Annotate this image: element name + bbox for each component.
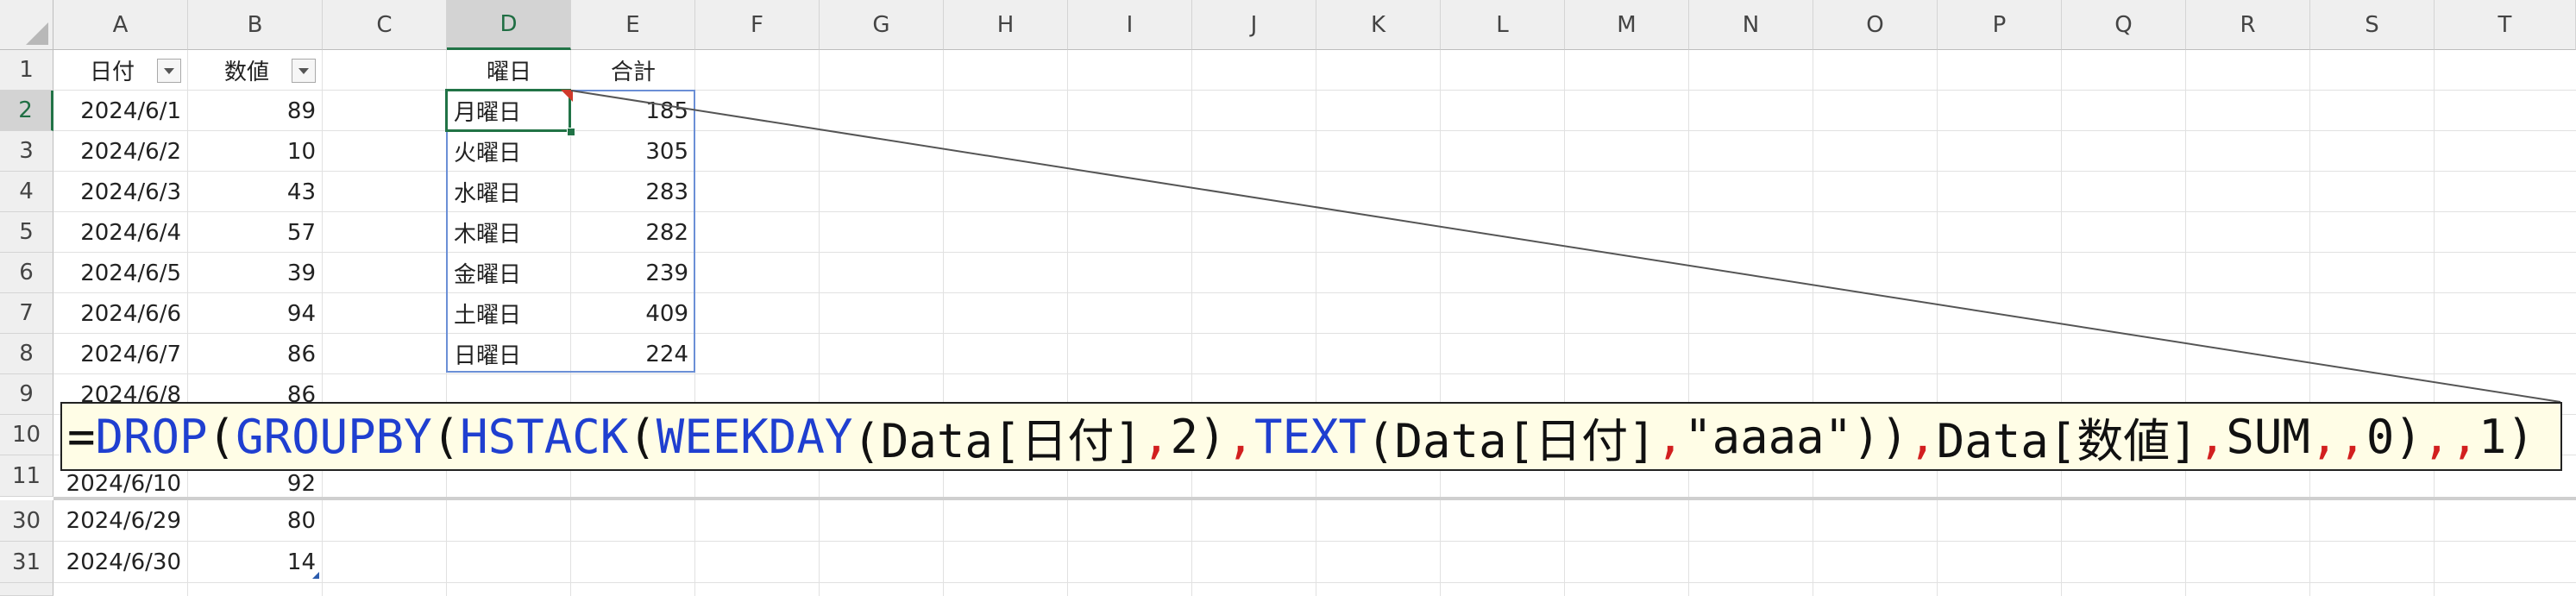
formula-token: , — [1656, 409, 1685, 464]
formula-token: (Data[日付] — [852, 413, 1142, 468]
callout-leader-line-top — [570, 90, 2561, 403]
formula-token: , — [1141, 409, 1171, 464]
formula-token: , — [2338, 409, 2366, 464]
formula-token: SUM — [2226, 409, 2310, 464]
formula-token: WEEKDAY — [656, 409, 853, 464]
formula-token: , — [2197, 409, 2227, 464]
formula-token: , — [1226, 409, 1254, 464]
formula-token: "aaaa")) — [1684, 409, 1909, 464]
formula-token: 1) — [2478, 409, 2535, 464]
formula-token: TEXT — [1253, 409, 1367, 464]
formula-token: ( — [431, 409, 461, 464]
spreadsheet-grid[interactable]: A B C D E F G H I J K L M N O P Q R S T … — [0, 0, 2576, 596]
formula-token: 2) — [1170, 409, 1227, 464]
formula-token: , — [1908, 409, 1937, 464]
formula-token: 0) — [2366, 409, 2422, 464]
formula-token: = — [67, 409, 96, 464]
formula-token: , — [2422, 409, 2451, 464]
formula-token: HSTACK — [460, 409, 629, 464]
formula-callout: = DROP(GROUPBY(HSTACK(WEEKDAY (Data[日付], 2)… — [60, 402, 2562, 471]
callout-leader-lines — [570, 90, 2561, 403]
formula-token: ( — [207, 409, 236, 464]
formula-token: ( — [628, 409, 657, 464]
formula-token: Data[数値] — [1936, 413, 2198, 468]
formula-token: DROP — [95, 409, 208, 464]
formula-token: GROUPBY — [236, 409, 432, 464]
formula-token: (Data[日付] — [1367, 413, 1656, 468]
formula-token: , — [2450, 409, 2479, 464]
formula-token: , — [2309, 409, 2339, 464]
